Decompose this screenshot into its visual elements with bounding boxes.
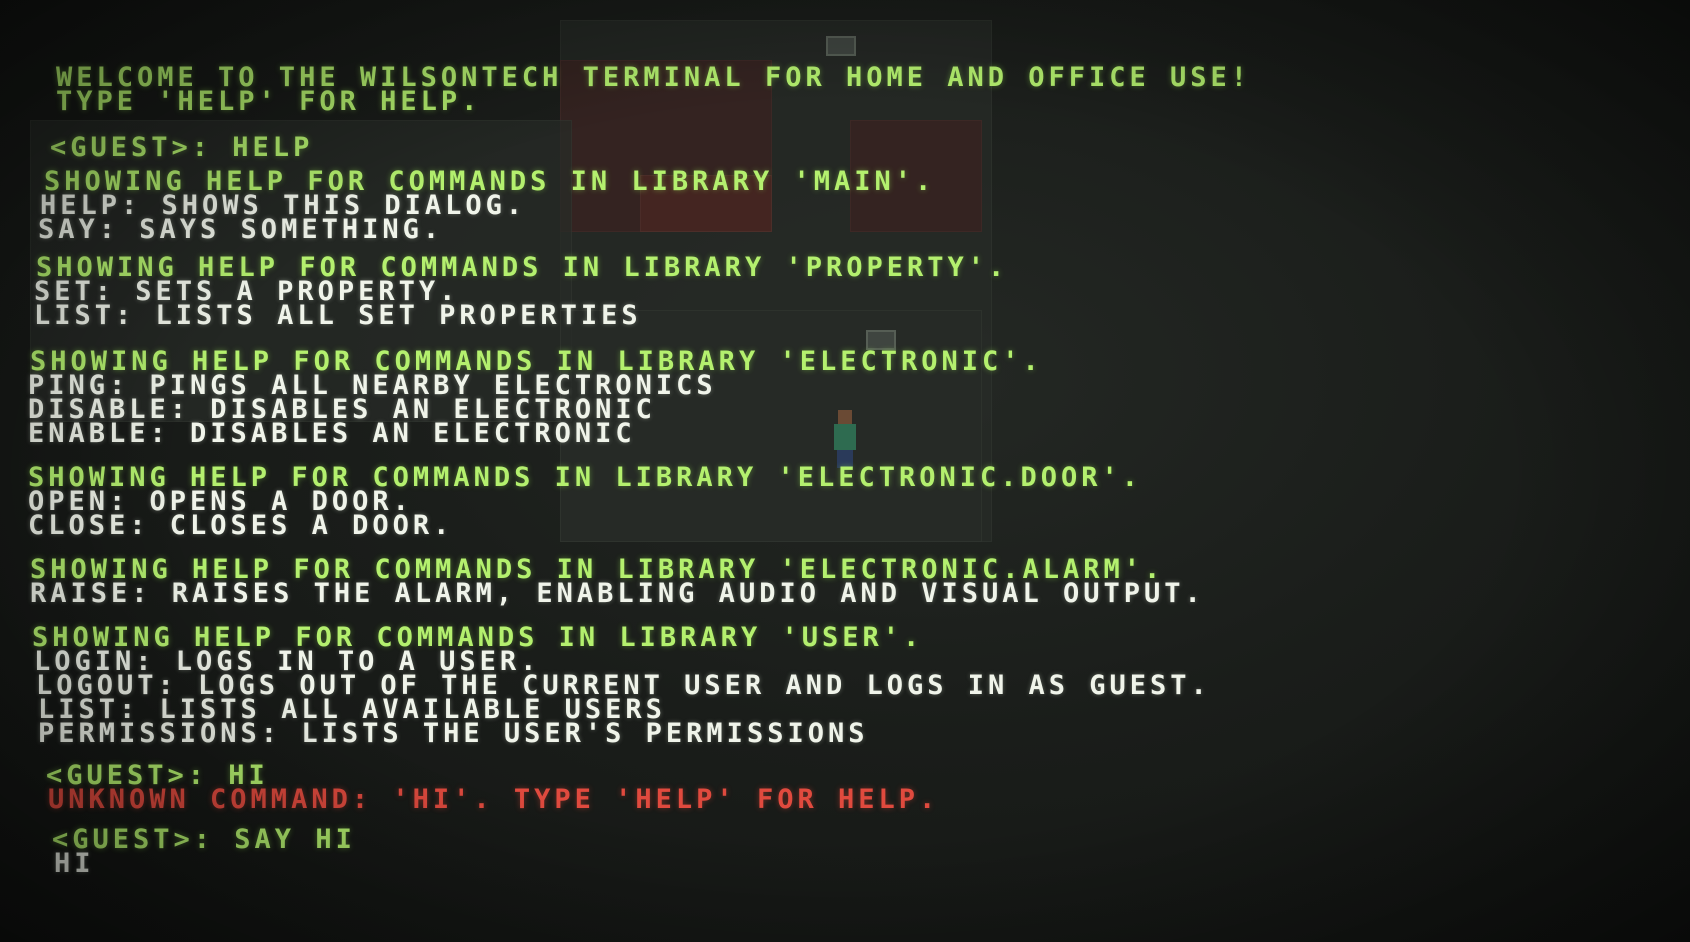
help-line: SAY: SAYS SOMETHING. [38,214,444,245]
help-line: ENABLE: DISABLES AN ELECTRONIC [28,418,636,449]
help-line: RAISE: RAISES THE ALARM, ENABLING AUDIO … [30,578,1205,609]
command-line: <GUEST>: SAY HI [52,824,356,855]
help-hint-line: TYPE 'HELP' FOR HELP. [56,86,482,117]
output-line: HI [54,848,95,879]
help-line: PERMISSIONS: LISTS THE USER'S PERMISSION… [38,718,869,749]
error-line: UNKNOWN COMMAND: 'HI'. TYPE 'HELP' FOR H… [48,784,940,815]
help-line: LIST: LISTS ALL SET PROPERTIES [34,300,642,331]
command-line: <GUEST>: HELP [50,132,314,163]
game-screen: WELCOME TO THE WILSONTECH TERMINAL FOR H… [0,0,1690,942]
terminal-output: WELCOME TO THE WILSONTECH TERMINAL FOR H… [0,0,1690,942]
help-line: CLOSE: CLOSES A DOOR. [28,510,454,541]
